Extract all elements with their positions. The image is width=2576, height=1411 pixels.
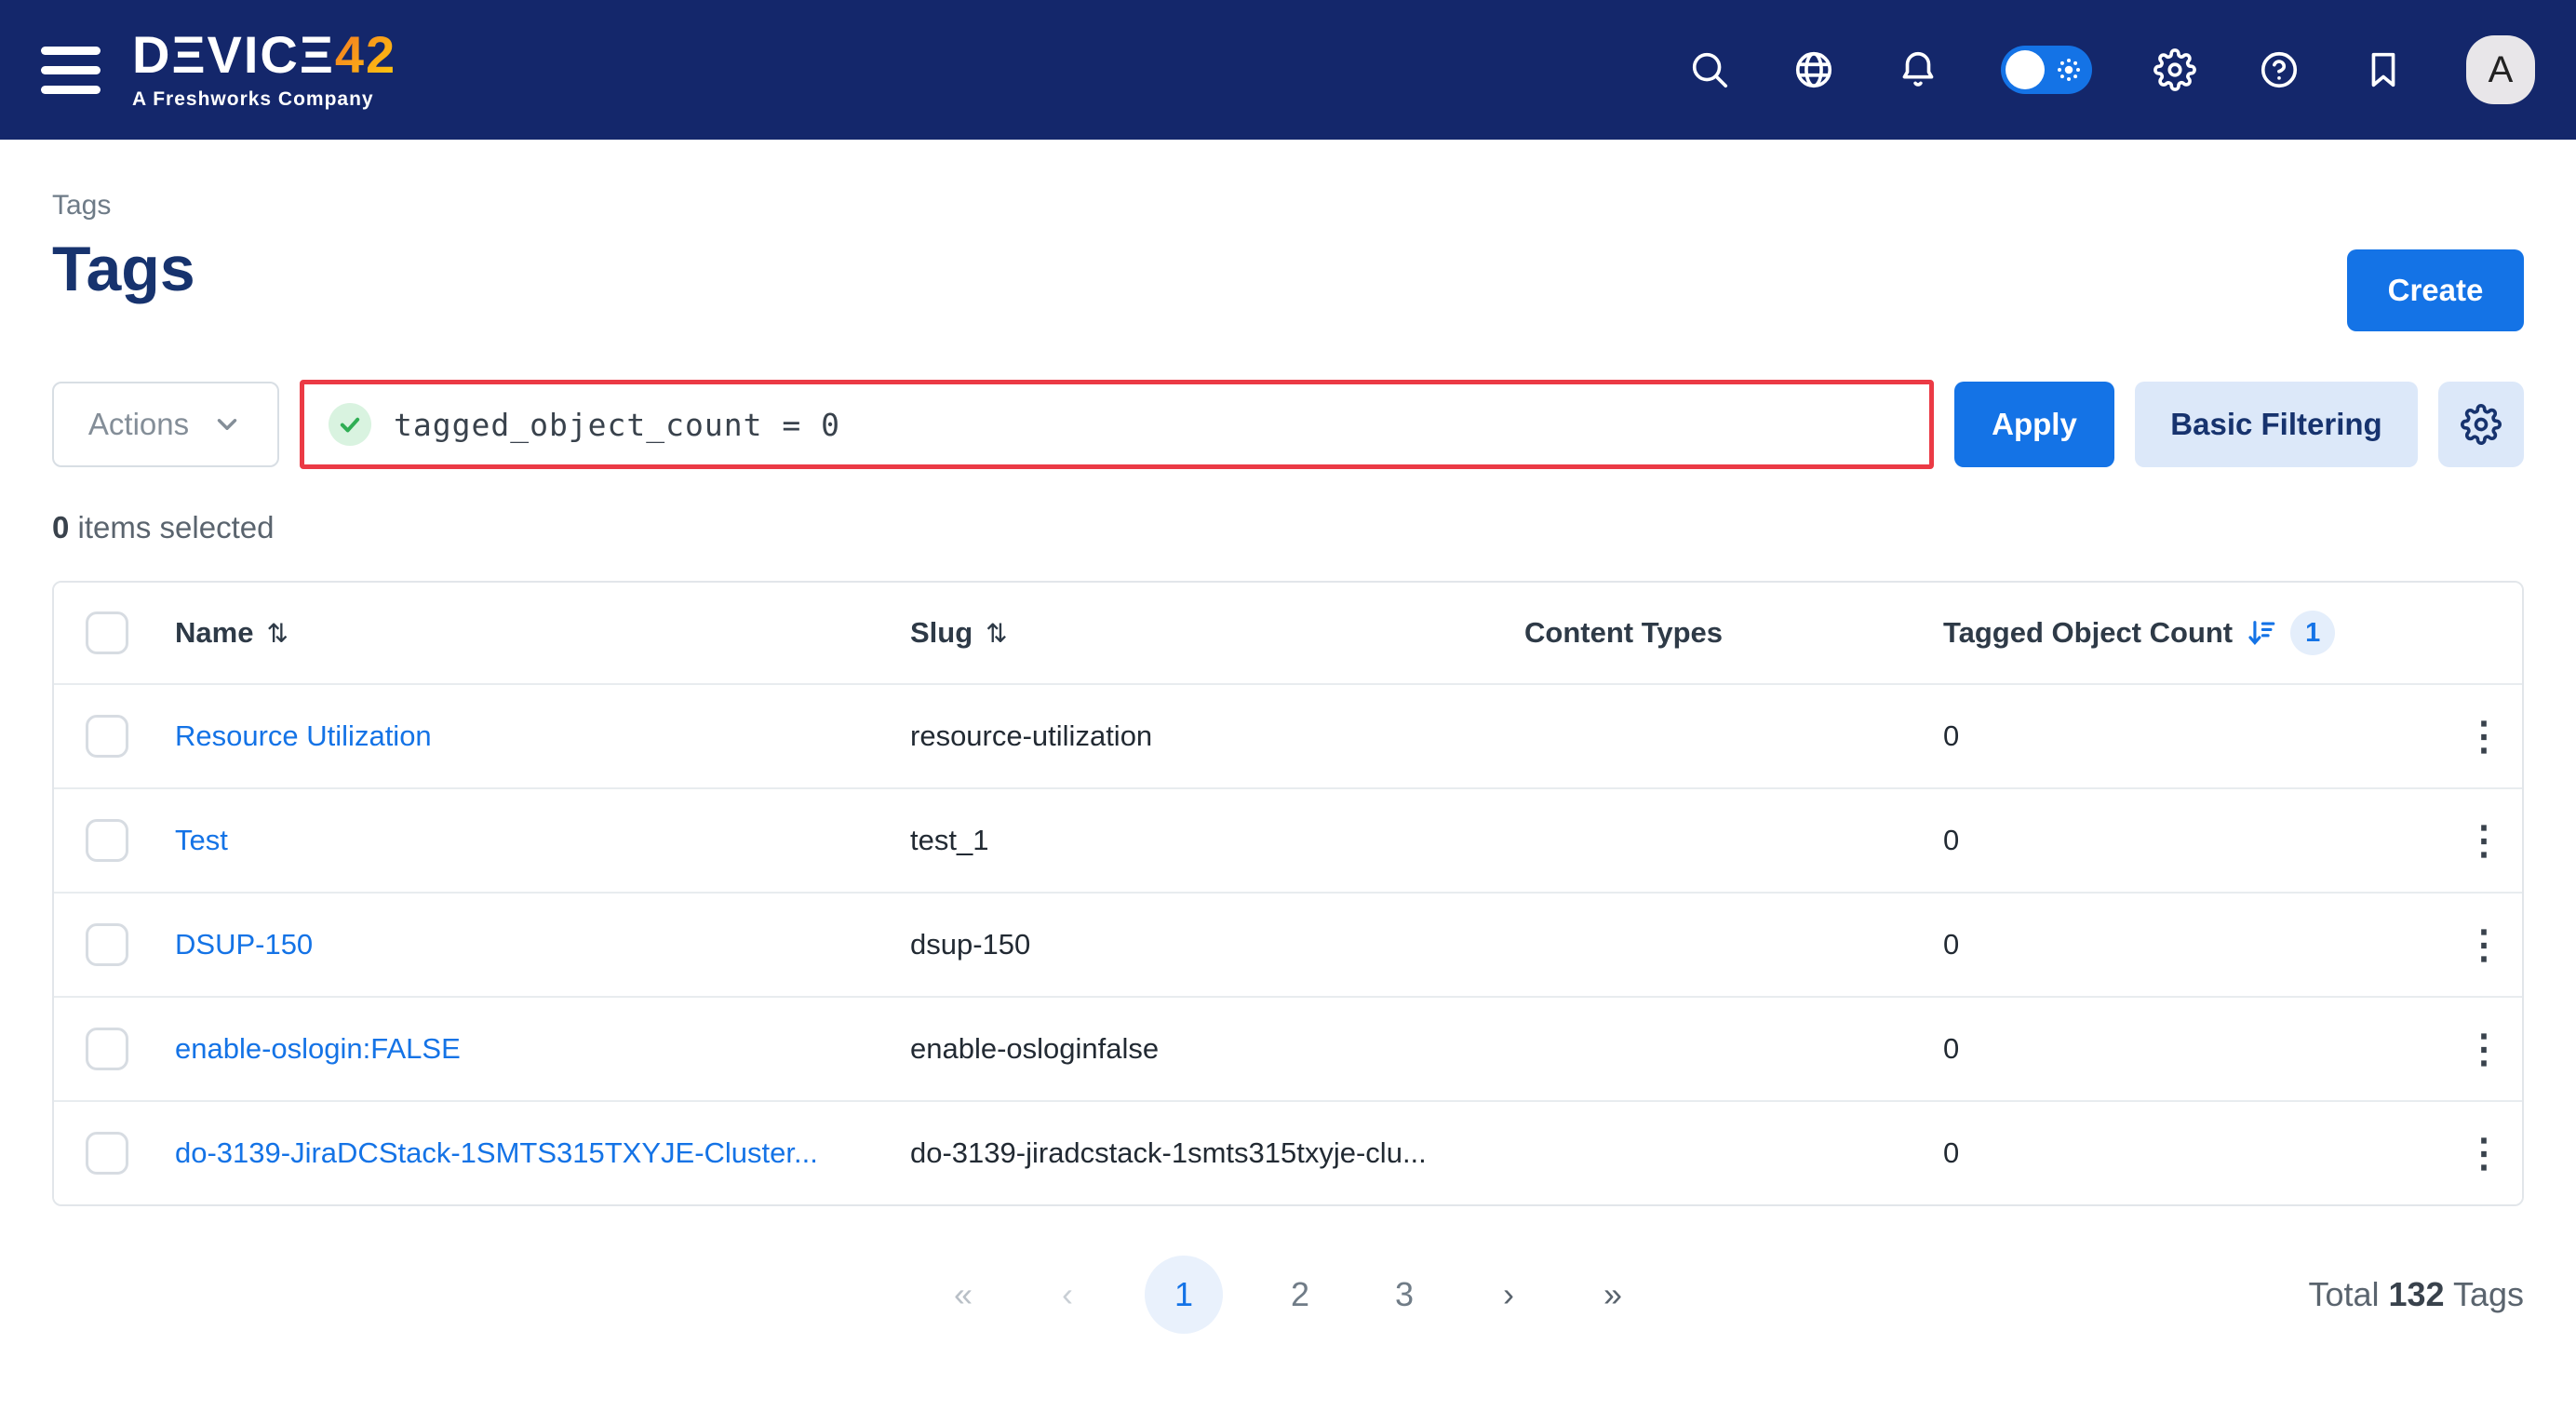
sort-priority-badge: 1 [2290, 611, 2335, 655]
tag-name-link[interactable]: enable-oslogin:FALSE [175, 1032, 461, 1065]
table-settings-button[interactable] [2438, 382, 2524, 467]
gear-icon[interactable] [2153, 48, 2196, 91]
advanced-filter-input[interactable]: tagged_object_count = 0 [300, 380, 1934, 469]
filter-valid-check-icon [329, 403, 371, 446]
tagged-object-count: 0 [1943, 928, 2446, 961]
column-header-content-types[interactable]: Content Types [1524, 616, 1943, 650]
table-row: Test test_1 0 ⋮ [54, 787, 2522, 892]
tagged-object-count: 0 [1943, 719, 2446, 753]
row-checkbox[interactable] [86, 1132, 128, 1175]
row-checkbox[interactable] [86, 715, 128, 758]
row-checkbox[interactable] [86, 819, 128, 862]
pagination: « ‹ 1 2 3 › » Total 132 Tags [52, 1253, 2524, 1337]
hamburger-menu-icon[interactable] [41, 47, 101, 94]
table-row: DSUP-150 dsup-150 0 ⋮ [54, 892, 2522, 996]
filter-query-text: tagged_object_count = 0 [394, 407, 840, 443]
row-kebab-menu-icon[interactable]: ⋮ [2464, 821, 2503, 860]
tag-slug: test_1 [910, 824, 1524, 857]
basic-filtering-button[interactable]: Basic Filtering [2135, 382, 2418, 467]
logo-text-42: 42 [335, 25, 396, 84]
prev-page-button[interactable]: ‹ [1040, 1268, 1094, 1322]
table-header-row: Name ⇅ Slug ⇅ Content Types Tagged Objec… [54, 583, 2522, 683]
total-count: 132 [2389, 1275, 2445, 1313]
row-kebab-menu-icon[interactable]: ⋮ [2464, 1029, 2503, 1068]
tag-slug: dsup-150 [910, 928, 1524, 961]
tag-name-link[interactable]: Test [175, 824, 228, 856]
page-button-2[interactable]: 2 [1273, 1268, 1327, 1322]
tag-slug: resource-utilization [910, 719, 1524, 753]
search-icon[interactable] [1688, 48, 1731, 91]
select-all-checkbox[interactable] [86, 611, 128, 654]
bookmark-icon[interactable] [2362, 48, 2405, 91]
page-button-3[interactable]: 3 [1377, 1268, 1431, 1322]
selected-count: 0 [52, 510, 69, 544]
tag-slug: enable-osloginfalse [910, 1032, 1524, 1066]
breadcrumb[interactable]: Tags [52, 190, 2524, 222]
table-row: do-3139-JiraDCStack-1SMTS315TXYJE-Cluste… [54, 1100, 2522, 1204]
create-button[interactable]: Create [2347, 249, 2524, 331]
tag-name-link[interactable]: DSUP-150 [175, 928, 313, 961]
filter-toolbar: Actions tagged_object_count = 0 Apply Ba… [52, 380, 2524, 469]
theme-toggle[interactable] [2001, 46, 2092, 94]
sort-icon[interactable]: ⇅ [986, 618, 1007, 649]
device42-logo[interactable]: DΞVICΞ42 A Freshworks Company [132, 29, 396, 111]
table-row: enable-oslogin:FALSE enable-osloginfalse… [54, 996, 2522, 1100]
next-page-button[interactable]: › [1482, 1268, 1536, 1322]
apply-button[interactable]: Apply [1954, 382, 2114, 467]
tag-name-link[interactable]: Resource Utilization [175, 719, 432, 752]
help-icon[interactable] [2258, 48, 2301, 91]
first-page-button[interactable]: « [936, 1268, 990, 1322]
total-count-label: Total 132 Tags [2308, 1275, 2524, 1314]
page-button-1[interactable]: 1 [1145, 1256, 1223, 1334]
sort-descending-icon[interactable] [2246, 617, 2277, 649]
table-row: Resource Utilization resource-utilizatio… [54, 683, 2522, 787]
selection-status: 0 items selected [52, 510, 2524, 545]
tags-table: Name ⇅ Slug ⇅ Content Types Tagged Objec… [52, 581, 2524, 1206]
row-kebab-menu-icon[interactable]: ⋮ [2464, 717, 2503, 756]
tag-slug: do-3139-jiradcstack-1smts315txyje-clu... [910, 1136, 1524, 1170]
row-kebab-menu-icon[interactable]: ⋮ [2464, 925, 2503, 964]
top-navbar: DΞVICΞ42 A Freshworks Company [0, 0, 2576, 140]
globe-icon[interactable] [1792, 48, 1835, 91]
row-kebab-menu-icon[interactable]: ⋮ [2464, 1134, 2503, 1173]
column-header-tagged-object-count[interactable]: Tagged Object Count 1 [1943, 611, 2446, 655]
column-header-slug[interactable]: Slug ⇅ [910, 616, 1524, 650]
logo-text-device: DΞVICΞ [132, 25, 335, 84]
avatar[interactable]: A [2466, 35, 2535, 104]
actions-dropdown[interactable]: Actions [52, 382, 279, 467]
toggle-knob-icon [2006, 50, 2045, 89]
tag-name-link[interactable]: do-3139-JiraDCStack-1SMTS315TXYJE-Cluste… [175, 1136, 818, 1169]
chevron-down-icon [211, 409, 243, 440]
last-page-button[interactable]: » [1586, 1268, 1640, 1322]
sort-icon[interactable]: ⇅ [266, 618, 288, 649]
column-header-name[interactable]: Name ⇅ [175, 616, 910, 650]
page-title: Tags [52, 235, 195, 304]
logo-tagline: A Freshworks Company [132, 88, 396, 111]
sun-icon [2054, 55, 2084, 85]
tagged-object-count: 0 [1943, 824, 2446, 857]
row-checkbox[interactable] [86, 923, 128, 966]
tagged-object-count: 0 [1943, 1032, 2446, 1066]
tagged-object-count: 0 [1943, 1136, 2446, 1170]
gear-icon [2461, 404, 2502, 445]
row-checkbox[interactable] [86, 1028, 128, 1070]
bell-icon[interactable] [1897, 48, 1939, 91]
